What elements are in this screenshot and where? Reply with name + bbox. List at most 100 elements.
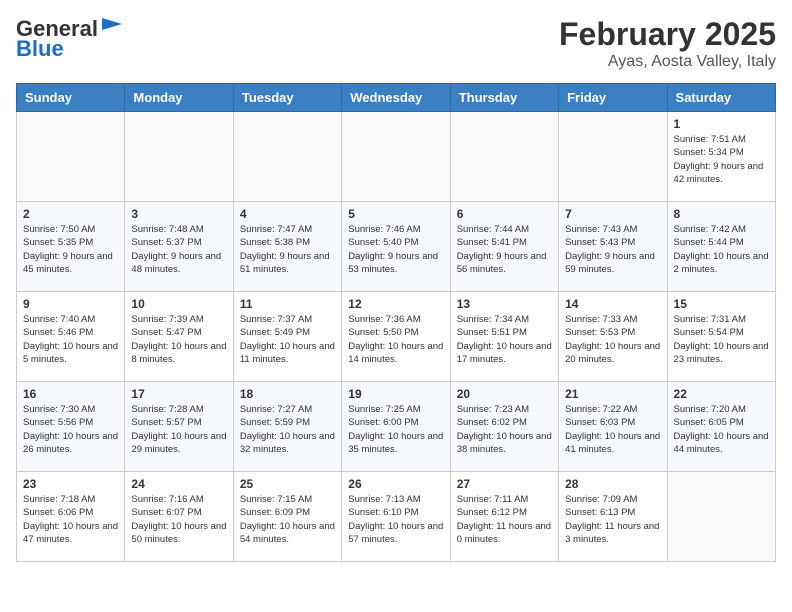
day-info: Sunrise: 7:16 AM Sunset: 6:07 PM Dayligh… (131, 493, 226, 546)
day-number: 25 (240, 477, 335, 491)
day-info: Sunrise: 7:09 AM Sunset: 6:13 PM Dayligh… (565, 493, 660, 546)
calendar-cell: 22 Sunrise: 7:20 AM Sunset: 6:05 PM Dayli… (667, 382, 775, 472)
day-number: 12 (348, 297, 443, 311)
calendar-table: SundayMondayTuesdayWednesdayThursdayFrid… (16, 83, 776, 562)
day-number: 14 (565, 297, 660, 311)
calendar-cell: 15Sunrise: 7:31 AM Sunset: 5:54 PM Dayli… (667, 292, 775, 382)
calendar-cell: 10Sunrise: 7:39 AM Sunset: 5:47 PM Dayli… (125, 292, 233, 382)
day-info: Sunrise: 7:51 AM Sunset: 5:34 PM Dayligh… (674, 133, 769, 186)
day-info: Sunrise: 7:13 AM Sunset: 6:10 PM Dayligh… (348, 493, 443, 546)
week-row-5: 23 Sunrise: 7:18 AM Sunset: 6:06 PM Dayli… (17, 472, 776, 562)
day-number: 18 (240, 387, 335, 401)
day-number: 23 (23, 477, 118, 491)
day-info: Sunrise: 7:34 AM Sunset: 5:51 PM Dayligh… (457, 313, 552, 366)
weekday-header-friday: Friday (559, 84, 667, 112)
calendar-cell: 13 Sunrise: 7:34 AM Sunset: 5:51 PM Dayli… (450, 292, 558, 382)
day-info: Sunrise: 7:27 AM Sunset: 5:59 PM Dayligh… (240, 403, 335, 456)
day-info: Sunrise: 7:25 AM Sunset: 6:00 PM Dayligh… (348, 403, 443, 456)
day-number: 1 (674, 117, 769, 131)
day-number: 15 (674, 297, 769, 311)
calendar-cell: 25 Sunrise: 7:15 AM Sunset: 6:09 PM Dayli… (233, 472, 341, 562)
month-title: February 2025 (559, 16, 776, 53)
calendar-cell: 28 Sunrise: 7:09 AM Sunset: 6:13 PM Dayli… (559, 472, 667, 562)
calendar-cell: 21Sunrise: 7:22 AM Sunset: 6:03 PM Dayli… (559, 382, 667, 472)
day-info: Sunrise: 7:11 AM Sunset: 6:12 PM Dayligh… (457, 493, 552, 546)
logo: General General Blue (16, 16, 122, 62)
calendar-cell: 9 Sunrise: 7:40 AM Sunset: 5:46 PM Daylig… (17, 292, 125, 382)
calendar-cell (125, 112, 233, 202)
calendar-cell (17, 112, 125, 202)
weekday-header-tuesday: Tuesday (233, 84, 341, 112)
week-row-4: 16 Sunrise: 7:30 AM Sunset: 5:56 PM Dayli… (17, 382, 776, 472)
week-row-2: 2 Sunrise: 7:50 AM Sunset: 5:35 PM Daylig… (17, 202, 776, 292)
week-row-3: 9 Sunrise: 7:40 AM Sunset: 5:46 PM Daylig… (17, 292, 776, 382)
calendar-cell: 27 Sunrise: 7:11 AM Sunset: 6:12 PM Dayli… (450, 472, 558, 562)
calendar-cell: 14 Sunrise: 7:33 AM Sunset: 5:53 PM Dayli… (559, 292, 667, 382)
day-number: 9 (23, 297, 118, 311)
calendar-cell: 16 Sunrise: 7:30 AM Sunset: 5:56 PM Dayli… (17, 382, 125, 472)
day-info: Sunrise: 7:48 AM Sunset: 5:37 PM Dayligh… (131, 223, 226, 276)
weekday-header-saturday: Saturday (667, 84, 775, 112)
day-number: 16 (23, 387, 118, 401)
calendar-cell: 11 Sunrise: 7:37 AM Sunset: 5:49 PM Dayli… (233, 292, 341, 382)
day-number: 24 (131, 477, 226, 491)
calendar-cell: 12 Sunrise: 7:36 AM Sunset: 5:50 PM Dayli… (342, 292, 450, 382)
calendar-cell: 8 Sunrise: 7:42 AM Sunset: 5:44 PM Daylig… (667, 202, 775, 292)
day-number: 19 (348, 387, 443, 401)
day-info: Sunrise: 7:33 AM Sunset: 5:53 PM Dayligh… (565, 313, 660, 366)
weekday-header-thursday: Thursday (450, 84, 558, 112)
day-info: Sunrise: 7:30 AM Sunset: 5:56 PM Dayligh… (23, 403, 118, 456)
day-info: Sunrise: 7:20 AM Sunset: 6:05 PM Dayligh… (674, 403, 769, 456)
day-info: Sunrise: 7:44 AM Sunset: 5:41 PM Dayligh… (457, 223, 552, 276)
logo-flag-icon (100, 18, 122, 36)
day-info: Sunrise: 7:36 AM Sunset: 5:50 PM Dayligh… (348, 313, 443, 366)
day-number: 28 (565, 477, 660, 491)
day-info: Sunrise: 7:39 AM Sunset: 5:47 PM Dayligh… (131, 313, 226, 366)
day-number: 26 (348, 477, 443, 491)
calendar-cell (342, 112, 450, 202)
day-info: Sunrise: 7:18 AM Sunset: 6:06 PM Dayligh… (23, 493, 118, 546)
calendar-cell: 23 Sunrise: 7:18 AM Sunset: 6:06 PM Dayli… (17, 472, 125, 562)
calendar-cell: 2 Sunrise: 7:50 AM Sunset: 5:35 PM Daylig… (17, 202, 125, 292)
day-number: 4 (240, 207, 335, 221)
day-info: Sunrise: 7:43 AM Sunset: 5:43 PM Dayligh… (565, 223, 660, 276)
calendar-cell: 6 Sunrise: 7:44 AM Sunset: 5:41 PM Daylig… (450, 202, 558, 292)
weekday-header-row: SundayMondayTuesdayWednesdayThursdayFrid… (17, 84, 776, 112)
day-number: 5 (348, 207, 443, 221)
day-info: Sunrise: 7:23 AM Sunset: 6:02 PM Dayligh… (457, 403, 552, 456)
day-number: 6 (457, 207, 552, 221)
day-number: 17 (131, 387, 226, 401)
day-number: 8 (674, 207, 769, 221)
calendar-cell (667, 472, 775, 562)
calendar-cell: 4 Sunrise: 7:47 AM Sunset: 5:38 PM Daylig… (233, 202, 341, 292)
day-number: 22 (674, 387, 769, 401)
day-info: Sunrise: 7:42 AM Sunset: 5:44 PM Dayligh… (674, 223, 769, 276)
calendar-cell: 7Sunrise: 7:43 AM Sunset: 5:43 PM Daylig… (559, 202, 667, 292)
calendar-cell (233, 112, 341, 202)
day-info: Sunrise: 7:37 AM Sunset: 5:49 PM Dayligh… (240, 313, 335, 366)
logo-blue: Blue (16, 36, 64, 62)
calendar-cell: 19 Sunrise: 7:25 AM Sunset: 6:00 PM Dayli… (342, 382, 450, 472)
title-block: February 2025 Ayas, Aosta Valley, Italy (559, 16, 776, 71)
calendar-cell: 24 Sunrise: 7:16 AM Sunset: 6:07 PM Dayli… (125, 472, 233, 562)
day-number: 13 (457, 297, 552, 311)
day-info: Sunrise: 7:50 AM Sunset: 5:35 PM Dayligh… (23, 223, 118, 276)
location-title: Ayas, Aosta Valley, Italy (559, 53, 776, 71)
day-number: 11 (240, 297, 335, 311)
calendar-cell: 5 Sunrise: 7:46 AM Sunset: 5:40 PM Daylig… (342, 202, 450, 292)
day-info: Sunrise: 7:46 AM Sunset: 5:40 PM Dayligh… (348, 223, 443, 276)
calendar-cell: 20Sunrise: 7:23 AM Sunset: 6:02 PM Dayli… (450, 382, 558, 472)
day-number: 2 (23, 207, 118, 221)
day-info: Sunrise: 7:40 AM Sunset: 5:46 PM Dayligh… (23, 313, 118, 366)
day-info: Sunrise: 7:47 AM Sunset: 5:38 PM Dayligh… (240, 223, 335, 276)
weekday-header-monday: Monday (125, 84, 233, 112)
calendar-cell (450, 112, 558, 202)
calendar-cell: 17 Sunrise: 7:28 AM Sunset: 5:57 PM Dayli… (125, 382, 233, 472)
calendar-cell: 26 Sunrise: 7:13 AM Sunset: 6:10 PM Dayli… (342, 472, 450, 562)
day-info: Sunrise: 7:15 AM Sunset: 6:09 PM Dayligh… (240, 493, 335, 546)
calendar-cell: 1 Sunrise: 7:51 AM Sunset: 5:34 PM Daylig… (667, 112, 775, 202)
day-number: 27 (457, 477, 552, 491)
page-header: General General Blue February 2025 Ayas,… (16, 16, 776, 71)
weekday-header-wednesday: Wednesday (342, 84, 450, 112)
day-info: Sunrise: 7:28 AM Sunset: 5:57 PM Dayligh… (131, 403, 226, 456)
